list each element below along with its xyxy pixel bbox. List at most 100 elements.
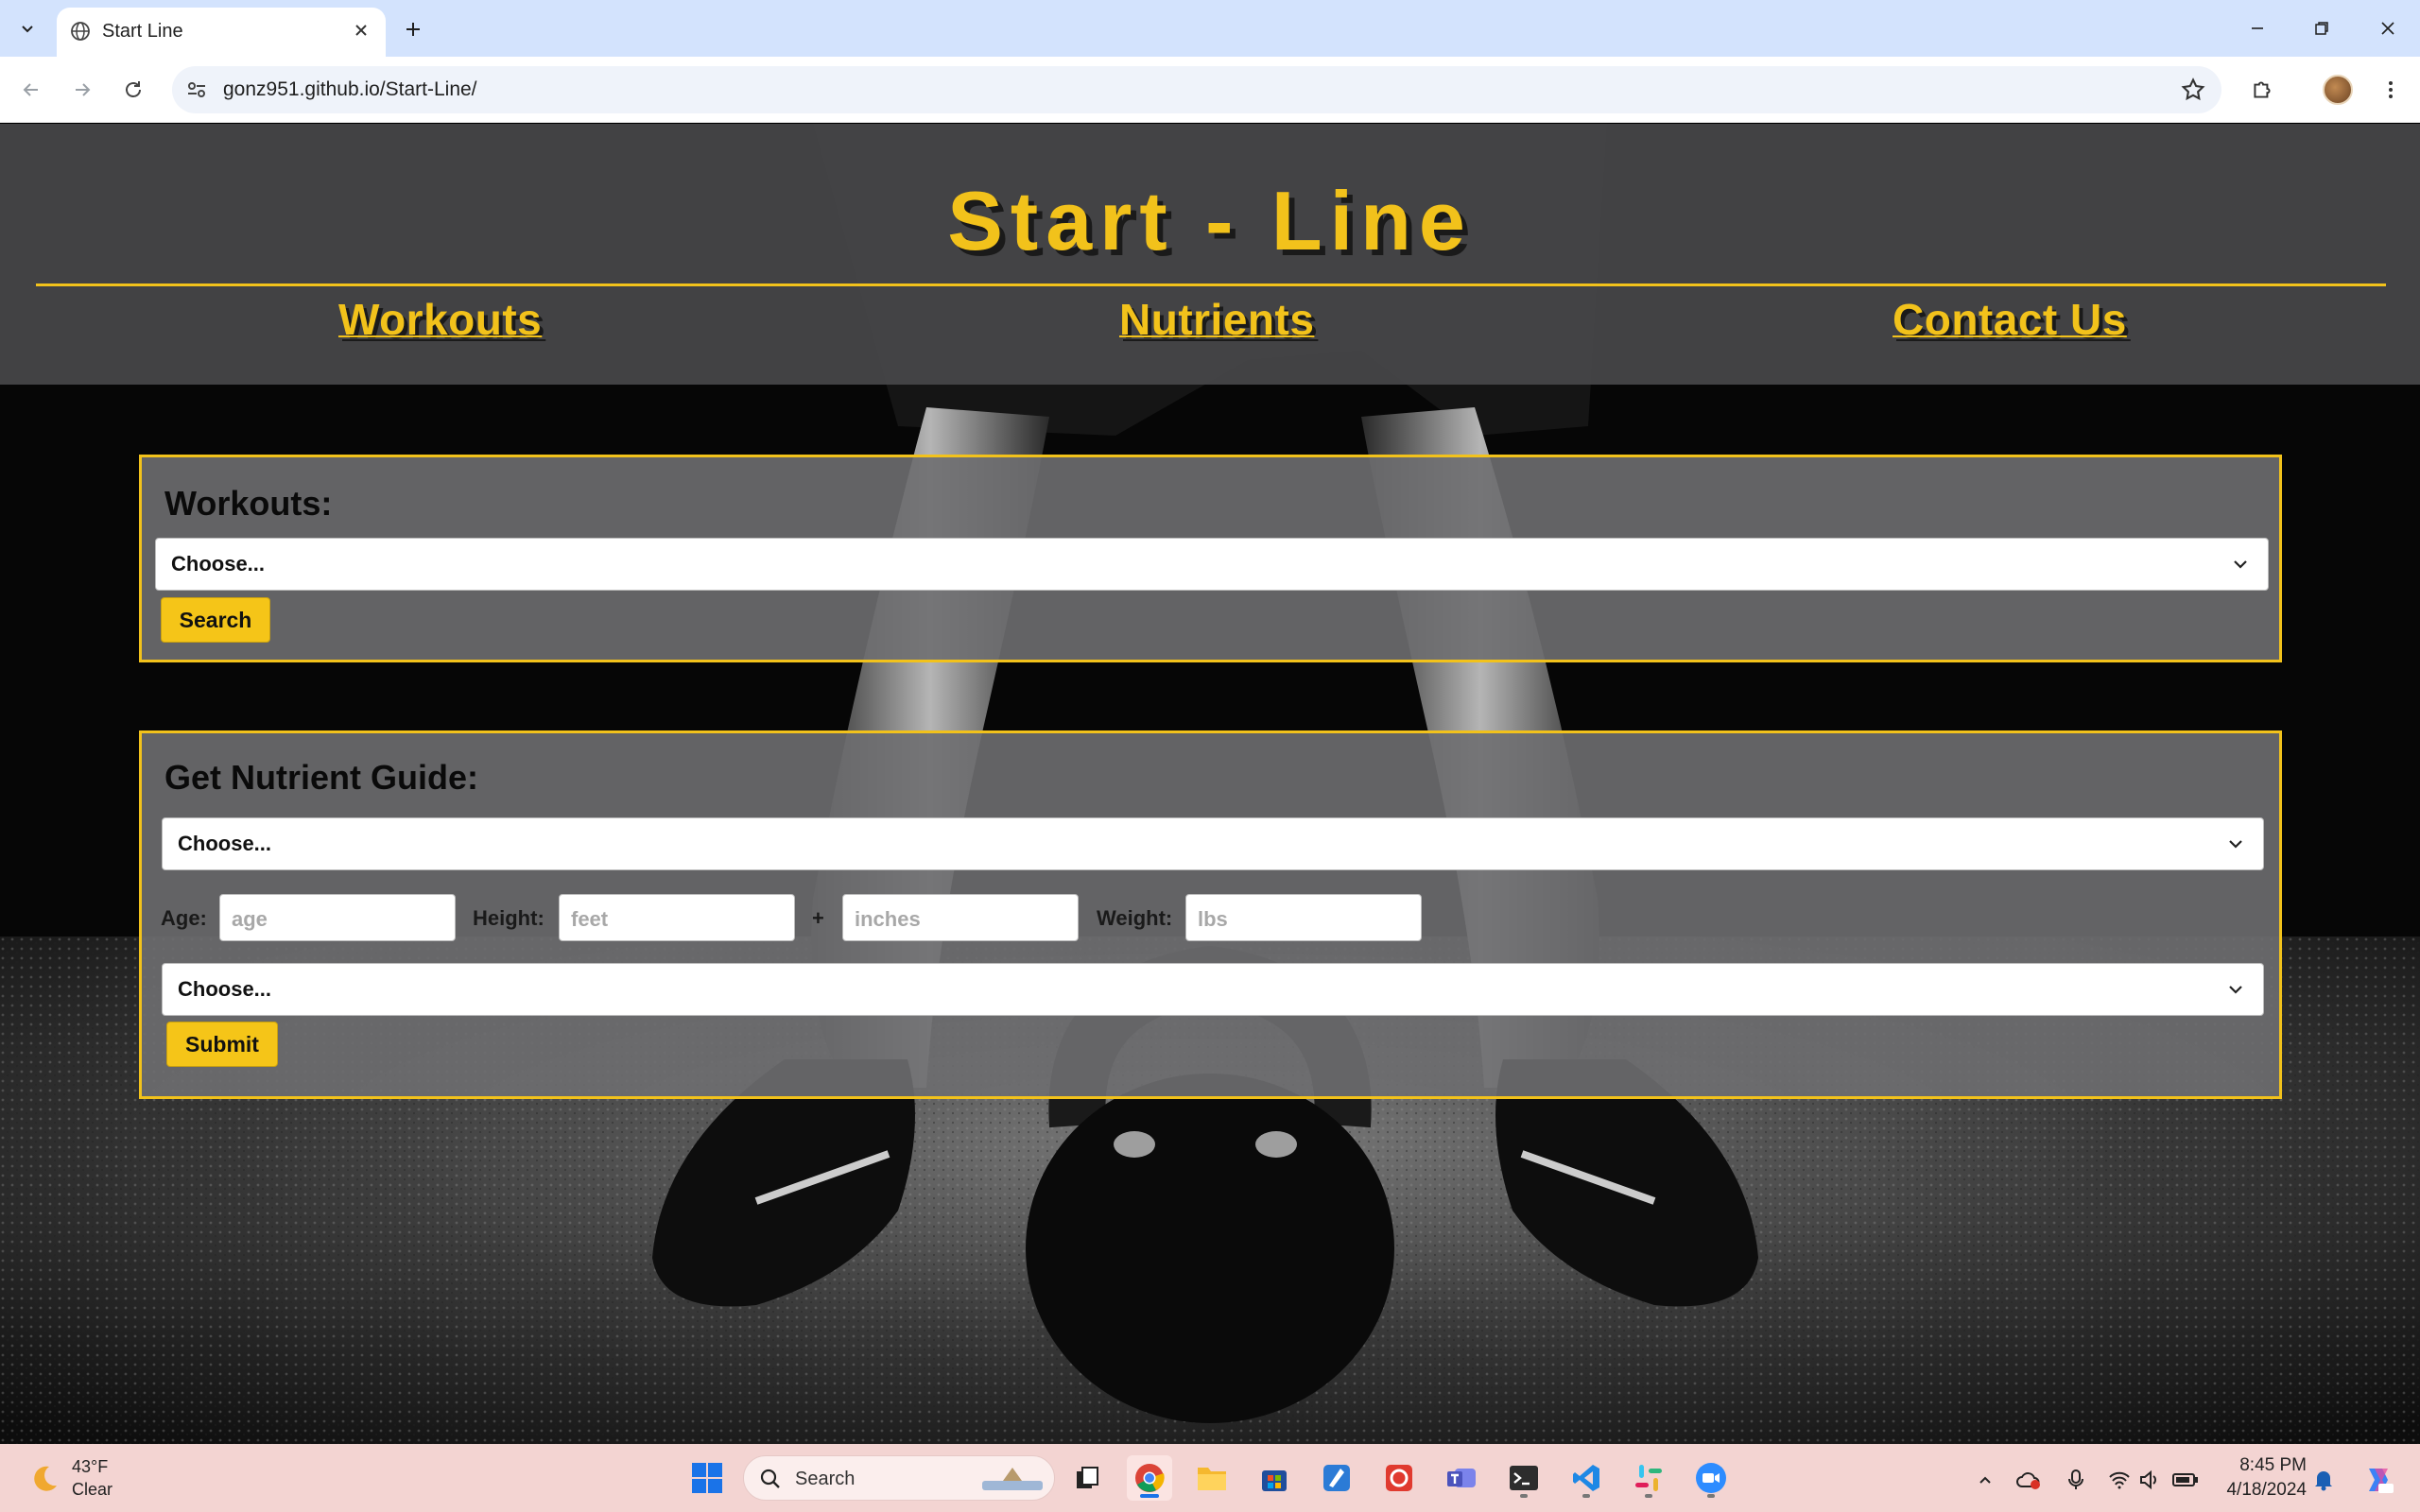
- height-feet-input[interactable]: feet: [559, 894, 795, 941]
- activity-level-select[interactable]: Choose...: [162, 963, 2264, 1016]
- weight-input[interactable]: lbs: [1185, 894, 1422, 941]
- site-header: Start - Line Workouts Nutrients Contact …: [0, 124, 2420, 385]
- app-icon: [1386, 1465, 1412, 1491]
- nav-link-contact-us[interactable]: Contact Us: [1893, 294, 2127, 345]
- battery-icon: [2172, 1473, 2198, 1486]
- bookmark-star-icon[interactable]: [2180, 77, 2206, 108]
- taskbar: 43°F Clear Search 8:45 PM 4/18/2024: [0, 1444, 2420, 1512]
- store-icon: [1262, 1470, 1287, 1491]
- height-inches-input[interactable]: inches: [842, 894, 1079, 941]
- tray-microphone[interactable]: [2063, 1467, 2089, 1493]
- globe-icon: [70, 21, 91, 46]
- taskbar-search[interactable]: Search: [743, 1455, 1055, 1501]
- workout-select[interactable]: Choose...: [155, 538, 2269, 591]
- profile-button[interactable]: [2318, 70, 2358, 110]
- windows-logo-icon: [692, 1463, 722, 1493]
- inches-placeholder: inches: [855, 907, 921, 931]
- puzzle-icon: [2254, 81, 2271, 98]
- weather-condition: Clear: [72, 1480, 113, 1499]
- nutrient-goal-select[interactable]: Choose...: [162, 817, 2264, 870]
- weight-placeholder: lbs: [1198, 907, 1228, 931]
- running-indicator: [1707, 1494, 1715, 1498]
- browser-menu-button[interactable]: [2371, 70, 2411, 110]
- tab-title: Start Line: [102, 21, 183, 42]
- weather-temperature: 43°F: [72, 1457, 109, 1476]
- nav-link-workouts[interactable]: Workouts: [338, 294, 542, 345]
- taskbar-zoom[interactable]: [1688, 1455, 1734, 1501]
- slack-icon: [1635, 1465, 1662, 1491]
- plus-sign: +: [812, 906, 824, 930]
- taskbar-app-blue[interactable]: [1314, 1455, 1359, 1501]
- running-indicator: [1645, 1494, 1652, 1498]
- new-tab-button[interactable]: [397, 13, 429, 45]
- app-icon: [1323, 1465, 1350, 1491]
- chrome-icon: [1135, 1464, 1165, 1492]
- chevron-down-icon: [2225, 979, 2246, 1005]
- search-button[interactable]: Search: [161, 597, 270, 643]
- taskbar-slack[interactable]: [1626, 1455, 1671, 1501]
- taskbar-chrome[interactable]: [1127, 1455, 1172, 1501]
- address-bar[interactable]: gonz951.github.io/Start-Line/: [172, 66, 2221, 113]
- extensions-button[interactable]: [2242, 70, 2282, 110]
- taskbar-file-explorer[interactable]: [1189, 1455, 1235, 1501]
- tray-onedrive[interactable]: [2015, 1467, 2042, 1493]
- restore-button[interactable]: [2301, 8, 2342, 49]
- folder-icon: [1198, 1468, 1226, 1490]
- plus-icon: [406, 23, 420, 36]
- reload-button[interactable]: [113, 70, 153, 110]
- chevron-up-icon: [1979, 1476, 1991, 1484]
- tray-copilot[interactable]: [2360, 1461, 2397, 1499]
- tray-battery[interactable]: [2172, 1467, 2199, 1493]
- minimize-icon: [2252, 27, 2263, 29]
- workouts-heading: Workouts:: [164, 484, 333, 523]
- teams-icon: [1447, 1469, 1476, 1487]
- start-button[interactable]: [684, 1455, 730, 1501]
- close-window-button[interactable]: [2367, 8, 2409, 49]
- header-divider: [36, 284, 2386, 286]
- minimize-button[interactable]: [2237, 8, 2278, 49]
- task-view-button[interactable]: [1064, 1455, 1110, 1501]
- taskbar-vscode[interactable]: [1564, 1455, 1609, 1501]
- age-input[interactable]: age: [219, 894, 456, 941]
- terminal-icon: [1510, 1466, 1538, 1490]
- age-label: Age:: [161, 906, 207, 930]
- taskbar-store[interactable]: [1252, 1455, 1297, 1501]
- browser-toolbar: gonz951.github.io/Start-Line/: [0, 57, 2420, 123]
- search-highlight-icon: [982, 1468, 1043, 1490]
- running-indicator: [1520, 1494, 1528, 1498]
- taskbar-terminal[interactable]: [1501, 1455, 1547, 1501]
- tray-notifications[interactable]: [2310, 1467, 2337, 1493]
- tray-volume[interactable]: [2136, 1467, 2163, 1493]
- nav-link-nutrients[interactable]: Nutrients: [1119, 294, 1314, 345]
- submit-button[interactable]: Submit: [166, 1022, 278, 1067]
- close-tab-icon[interactable]: [350, 19, 372, 42]
- tab-search-button[interactable]: [11, 13, 43, 43]
- taskbar-app-red[interactable]: [1376, 1455, 1422, 1501]
- weather-widget[interactable]: 43°F Clear: [26, 1455, 112, 1501]
- show-hidden-icons-button[interactable]: [1972, 1467, 1998, 1493]
- search-icon: [760, 1469, 780, 1488]
- chevron-down-icon: [22, 26, 33, 33]
- browser-tab-active[interactable]: Start Line: [57, 8, 386, 57]
- running-indicator: [1582, 1494, 1590, 1498]
- arrow-right-icon: [76, 83, 91, 96]
- taskbar-clock[interactable]: 8:45 PM 4/18/2024: [2216, 1453, 2307, 1503]
- activity-level-select-value: Choose...: [178, 977, 272, 1001]
- nutrient-goal-select-value: Choose...: [178, 832, 272, 855]
- tray-wifi[interactable]: [2106, 1467, 2133, 1493]
- speaker-icon: [2140, 1469, 2156, 1490]
- url-text: gonz951.github.io/Start-Line/: [223, 78, 477, 100]
- weight-label: Weight:: [1097, 906, 1173, 930]
- nutrient-guide-panel: Get Nutrient Guide: Choose... Age: age H…: [139, 730, 2282, 1099]
- taskbar-search-label: Search: [795, 1469, 856, 1489]
- back-button[interactable]: [11, 70, 51, 110]
- forward-button[interactable]: [62, 70, 102, 110]
- clock-date: 4/18/2024: [2226, 1480, 2307, 1500]
- reload-icon: [126, 81, 141, 97]
- taskbar-teams[interactable]: [1439, 1455, 1484, 1501]
- close-icon: [2381, 22, 2394, 35]
- site-title: Start - Line: [947, 174, 1473, 267]
- browser-tabstrip: Start Line: [0, 0, 2420, 57]
- site-settings-icon[interactable]: [185, 78, 208, 106]
- copilot-icon: [2369, 1469, 2394, 1493]
